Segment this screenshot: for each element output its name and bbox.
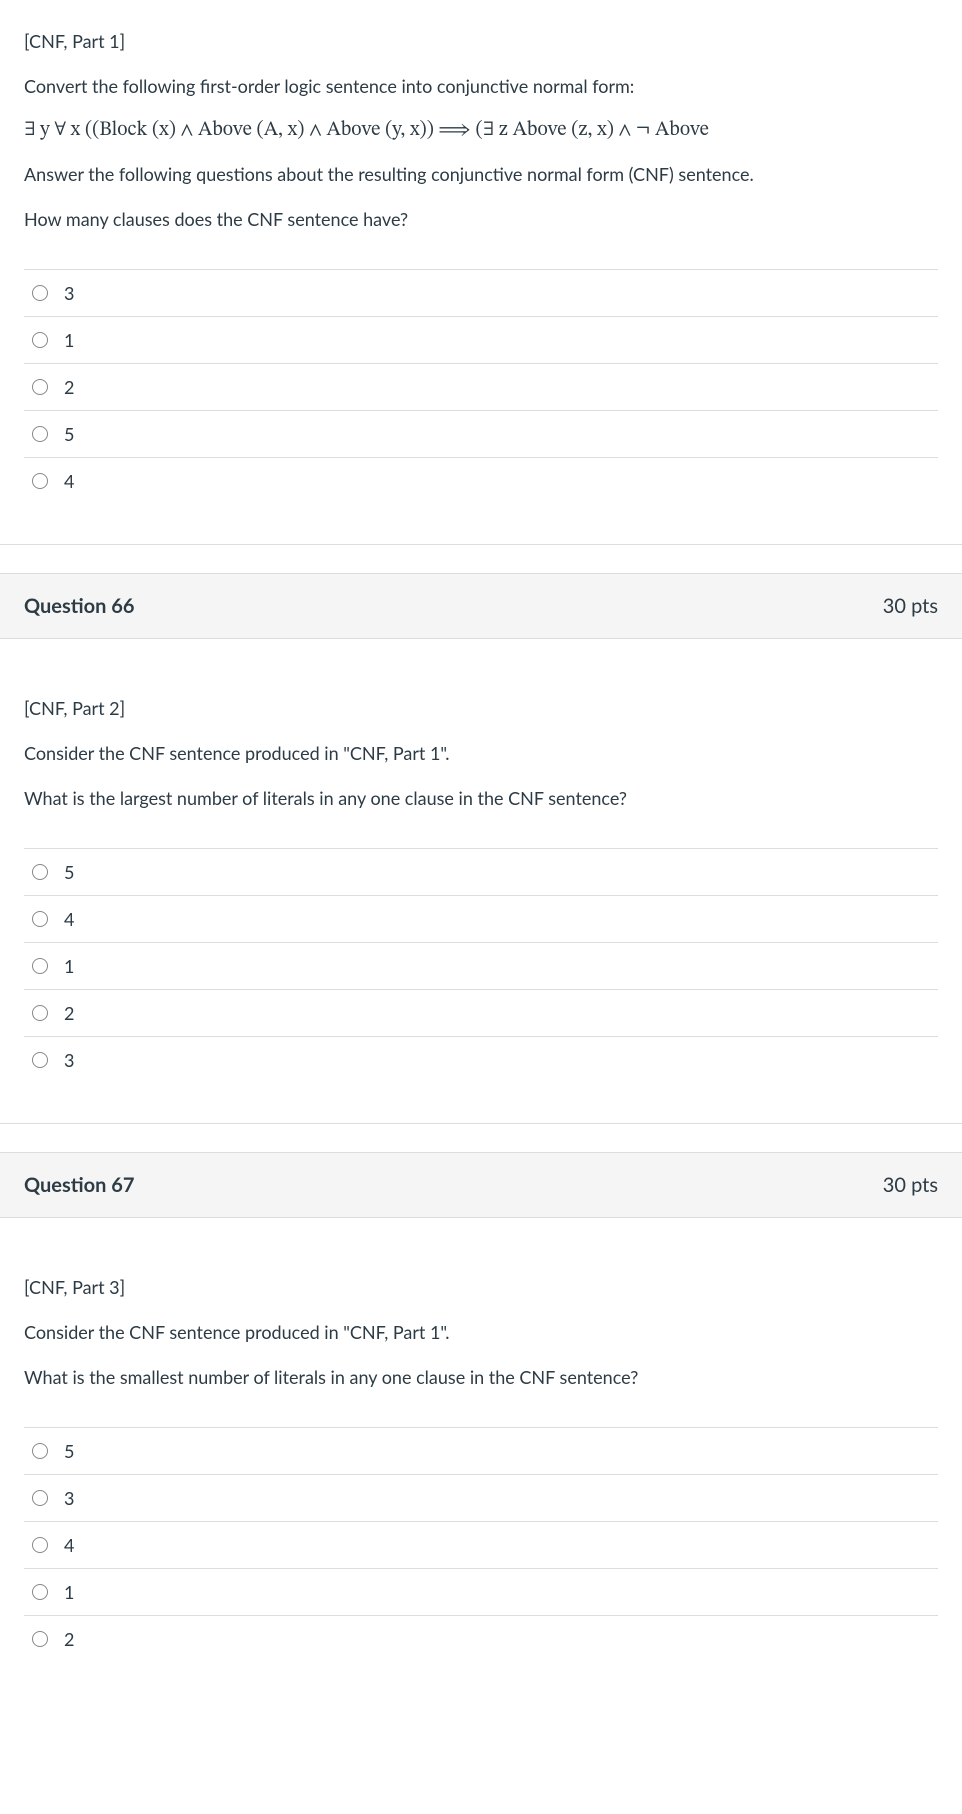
question-points: 30 pts: [883, 1173, 938, 1197]
radio-icon: [32, 911, 48, 927]
radio-icon: [32, 285, 48, 301]
option-label: 1: [64, 1581, 74, 1603]
option-label: 3: [64, 1487, 74, 1509]
question-65-block: [CNF, Part 1] Convert the following firs…: [0, 0, 962, 545]
intro-text: Consider the CNF sentence produced in "C…: [24, 1319, 938, 1346]
after-formula-text: Answer the following questions about the…: [24, 161, 938, 188]
question-66-header: Question 66 30 pts: [0, 573, 962, 639]
option-label: 3: [64, 1049, 74, 1071]
option-row[interactable]: 3: [24, 270, 938, 317]
question-66-body: [CNF, Part 2] Consider the CNF sentence …: [0, 639, 962, 1123]
radio-icon: [32, 1490, 48, 1506]
option-row[interactable]: 5: [24, 411, 938, 458]
option-label: 5: [64, 423, 74, 445]
radio-icon: [32, 1537, 48, 1553]
question-points: 30 pts: [883, 594, 938, 618]
option-label: 1: [64, 955, 74, 977]
option-label: 2: [64, 1002, 74, 1024]
radio-icon: [32, 1052, 48, 1068]
option-row[interactable]: 2: [24, 1616, 938, 1662]
question-title: Question 67: [24, 1173, 134, 1197]
intro-text: Consider the CNF sentence produced in "C…: [24, 740, 938, 767]
radio-icon: [32, 473, 48, 489]
option-label: 2: [64, 376, 74, 398]
prompt-text: What is the largest number of literals i…: [24, 785, 938, 812]
options-list: 3 1 2 5 4: [24, 269, 938, 504]
prompt-text: How many clauses does the CNF sentence h…: [24, 206, 938, 233]
radio-icon: [32, 379, 48, 395]
question-title: Question 66: [24, 594, 134, 618]
intro-text: Convert the following first-order logic …: [24, 73, 938, 100]
option-row[interactable]: 3: [24, 1037, 938, 1083]
options-list: 5 3 4 1 2: [24, 1427, 938, 1662]
option-row[interactable]: 5: [24, 1428, 938, 1475]
question-67-block: [CNF, Part 3] Consider the CNF sentence …: [0, 1218, 962, 1672]
prompt-text: What is the smallest number of literals …: [24, 1364, 938, 1391]
options-list: 5 4 1 2 3: [24, 848, 938, 1083]
option-label: 1: [64, 329, 74, 351]
option-label: 5: [64, 861, 74, 883]
option-label: 4: [64, 908, 74, 930]
part-label: [CNF, Part 1]: [24, 28, 938, 55]
question-65-body: [CNF, Part 1] Convert the following firs…: [0, 0, 962, 544]
radio-icon: [32, 1584, 48, 1600]
option-label: 4: [64, 1534, 74, 1556]
option-label: 3: [64, 282, 74, 304]
radio-icon: [32, 958, 48, 974]
option-row[interactable]: 4: [24, 458, 938, 504]
option-row[interactable]: 3: [24, 1475, 938, 1522]
radio-icon: [32, 426, 48, 442]
option-row[interactable]: 5: [24, 849, 938, 896]
question-66-block: [CNF, Part 2] Consider the CNF sentence …: [0, 639, 962, 1124]
part-label: [CNF, Part 2]: [24, 695, 938, 722]
option-label: 4: [64, 470, 74, 492]
radio-icon: [32, 332, 48, 348]
radio-icon: [32, 864, 48, 880]
option-row[interactable]: 4: [24, 896, 938, 943]
radio-icon: [32, 1631, 48, 1647]
question-67-body: [CNF, Part 3] Consider the CNF sentence …: [0, 1218, 962, 1672]
option-row[interactable]: 1: [24, 1569, 938, 1616]
option-label: 2: [64, 1628, 74, 1650]
option-row[interactable]: 4: [24, 1522, 938, 1569]
option-row[interactable]: 1: [24, 317, 938, 364]
option-label: 5: [64, 1440, 74, 1462]
logic-formula: ∃ y ∀ x ((Block (x) ∧ Above (A, x) ∧ Abo…: [24, 118, 938, 143]
radio-icon: [32, 1443, 48, 1459]
part-label: [CNF, Part 3]: [24, 1274, 938, 1301]
question-67-header: Question 67 30 pts: [0, 1152, 962, 1218]
option-row[interactable]: 1: [24, 943, 938, 990]
radio-icon: [32, 1005, 48, 1021]
option-row[interactable]: 2: [24, 364, 938, 411]
option-row[interactable]: 2: [24, 990, 938, 1037]
